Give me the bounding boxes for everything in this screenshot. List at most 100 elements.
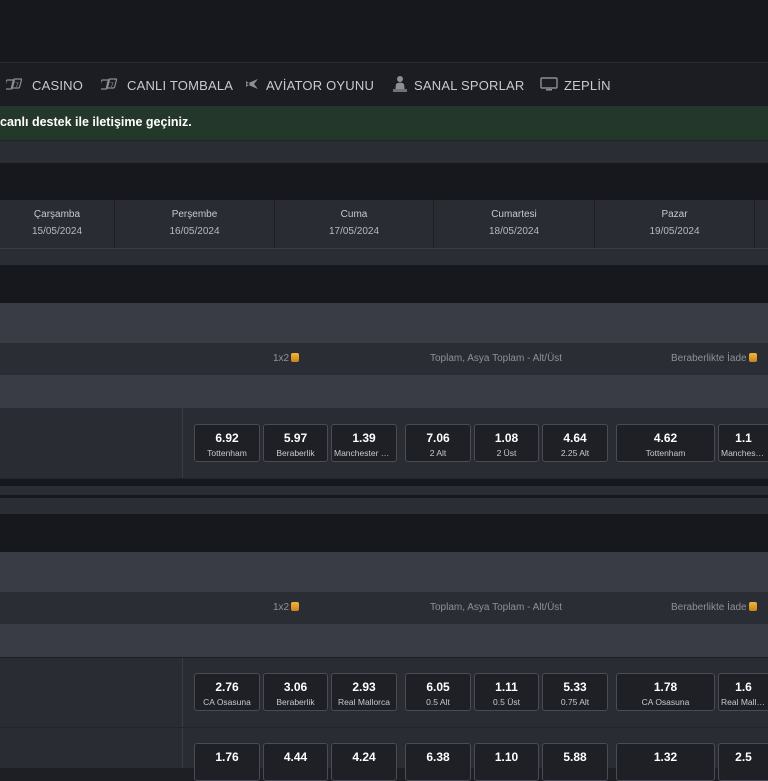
- odd-value: 2.5: [735, 750, 752, 764]
- odd-value: 6.92: [215, 431, 239, 445]
- odd-button[interactable]: 1.11 0.5 Üst: [474, 673, 539, 711]
- market-totals: Toplam, Asya Toplam - Alt/Üst: [430, 602, 563, 613]
- league-header[interactable]: [0, 303, 768, 342]
- odd-button[interactable]: 5.97 Beraberlik: [263, 424, 328, 462]
- match-row: 2.76 CA Osasuna 3.06 Beraberlik 2.93 Real M…: [0, 658, 768, 728]
- odd-button[interactable]: 4.64 2.25 Alt: [542, 424, 608, 462]
- odd-button[interactable]: 2.76 CA Osasuna: [194, 673, 260, 711]
- nav-zeplin[interactable]: ZEPLİN: [540, 63, 611, 107]
- league-header[interactable]: [0, 552, 768, 591]
- odd-button[interactable]: 4.62 Tottenham: [616, 424, 715, 462]
- date-day: Pazar: [661, 209, 688, 220]
- odd-button[interactable]: 3.06 Beraberlik: [263, 673, 328, 711]
- odd-button[interactable]: 2.93 Real Mallorca: [331, 673, 397, 711]
- nav-casino[interactable]: 77 CASINO: [3, 63, 84, 107]
- odd-value: 6.38: [426, 750, 450, 764]
- plane-icon: [244, 77, 260, 94]
- match-row: 6.92 Tottenham 5.97 Beraberlik 1.39 Manches…: [0, 408, 768, 479]
- odd-value: 2.76: [215, 680, 239, 694]
- section-band: [0, 498, 768, 514]
- date-value: 17/05/2024: [328, 226, 380, 237]
- odd-value: 1.78: [653, 680, 678, 694]
- odd-label: Beraberlik: [276, 697, 315, 707]
- odd-button[interactable]: 2.5: [718, 743, 768, 781]
- date-tab-4[interactable]: Pazar 19/05/2024: [595, 200, 755, 248]
- odd-button[interactable]: 6.05 0.5 Alt: [405, 673, 471, 711]
- odd-label: 0.5 Alt: [426, 697, 450, 707]
- date-value: 16/05/2024: [169, 226, 220, 237]
- coin-icon: [291, 602, 300, 611]
- section-band: [0, 141, 768, 163]
- nav-aviator-oyunu[interactable]: AVİATOR OYUNU: [244, 63, 374, 107]
- odd-label: Beraberlik: [276, 448, 315, 458]
- odd-label: 0.75 Alt: [560, 697, 590, 707]
- nav-label: SANAL SPORLAR: [414, 77, 525, 93]
- market-1x2-label: 1x2: [273, 353, 290, 364]
- odd-value: 1.32: [653, 750, 678, 764]
- nav-canli-tombala[interactable]: 77 CANLI TOMBALA: [98, 63, 234, 107]
- section-band: [0, 163, 768, 200]
- nav-sanal-sporlar[interactable]: SANAL SPORLAR: [392, 63, 525, 107]
- odd-value: 5.88: [563, 750, 587, 764]
- odd-button[interactable]: 7.06 2 Alt: [405, 424, 471, 462]
- market-draw-no-bet: Beraberlikte İade: [671, 353, 757, 364]
- coin-icon: [748, 602, 757, 611]
- odd-button[interactable]: 1.78 CA Osasuna: [616, 673, 715, 711]
- odd-button[interactable]: 1.6 Real Mallorca: [718, 673, 768, 711]
- odd-button[interactable]: 5.88: [542, 743, 608, 781]
- date-tab-0[interactable]: Çarşamba 15/05/2024: [0, 200, 115, 248]
- svg-text:77: 77: [11, 82, 19, 89]
- odd-button[interactable]: 1.32: [616, 743, 715, 781]
- person-icon: [392, 75, 408, 96]
- odd-value: 1.11: [495, 680, 518, 694]
- odd-button[interactable]: 1.10: [474, 743, 539, 781]
- match-row: 1.76 4.44 4.24 6.38 1.10 5.88 1.32 2.5: [0, 728, 768, 781]
- odd-button[interactable]: 4.24: [331, 743, 397, 781]
- odd-button[interactable]: 1.08 2 Üst: [474, 424, 539, 462]
- odd-button[interactable]: 1.39 Manchester City: [331, 424, 397, 462]
- odd-button[interactable]: 6.92 Tottenham: [194, 424, 260, 462]
- odd-value: 5.33: [563, 680, 587, 694]
- market-dnb-label: Beraberlikte İade: [671, 353, 747, 364]
- odd-button[interactable]: 1.1 Manchester City: [718, 424, 768, 462]
- odd-value: 5.97: [283, 431, 308, 445]
- odd-value: 1.1: [735, 431, 752, 445]
- nav-label: ZEPLİN: [564, 77, 611, 93]
- date-tab-3[interactable]: Cumartesi 18/05/2024: [434, 200, 595, 248]
- nav-label: CASINO: [32, 77, 84, 93]
- match-info[interactable]: [0, 728, 183, 768]
- match-info[interactable]: [0, 658, 183, 727]
- top-bar: [0, 0, 768, 62]
- odd-label: Real Mallorca: [721, 697, 766, 707]
- section-band: [0, 249, 768, 265]
- date-tab-2[interactable]: Cuma 17/05/2024: [275, 200, 434, 248]
- section-band: [0, 265, 768, 303]
- odd-label: 0.5 Üst: [493, 697, 520, 707]
- odd-button[interactable]: 1.76: [194, 743, 260, 781]
- date-value: 19/05/2024: [649, 226, 700, 237]
- cards-icon: 77: [3, 77, 26, 93]
- date-tab-1[interactable]: Perşembe 16/05/2024: [115, 200, 275, 248]
- section-band: [0, 479, 768, 486]
- market-1x2: 1x2: [273, 602, 300, 613]
- odd-value: 2.93: [352, 680, 376, 694]
- date-value: 15/05/2024: [31, 226, 83, 237]
- nav-label: CANLI TOMBALA: [127, 77, 234, 93]
- odd-button[interactable]: 4.44: [263, 743, 328, 781]
- main-nav: 77 CASINO 77 CANLI TOMBALA AVİATOR OYUNU…: [0, 62, 768, 107]
- date-selector: Çarşamba 15/05/2024 Perşembe 16/05/2024 …: [0, 200, 768, 249]
- nav-label: AVİATOR OYUNU: [266, 77, 375, 93]
- odd-button[interactable]: 6.38: [405, 743, 471, 781]
- odd-button[interactable]: 5.33 0.75 Alt: [542, 673, 608, 711]
- section-band: [0, 486, 768, 495]
- market-dnb-label: Beraberlikte İade: [671, 602, 747, 613]
- date-day: Perşembe: [171, 209, 218, 220]
- date-day: Çarşamba: [33, 209, 81, 220]
- alert-text: canlı destek ile iletişime geçiniz.: [0, 115, 192, 129]
- match-info[interactable]: [0, 408, 183, 478]
- odd-label: Tottenham: [645, 448, 686, 458]
- odd-value: 1.6: [735, 680, 752, 694]
- odd-label: CA Osasuna: [203, 697, 251, 707]
- odd-value: 1.39: [352, 431, 376, 445]
- odd-value: 6.05: [426, 680, 450, 694]
